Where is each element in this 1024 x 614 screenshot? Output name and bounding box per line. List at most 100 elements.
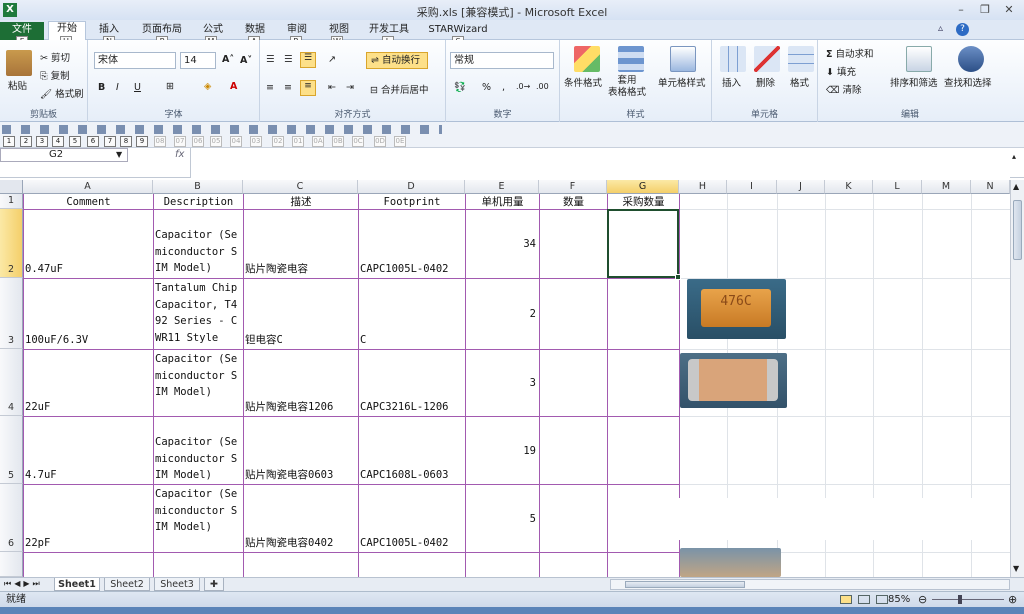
hscroll-thumb[interactable] bbox=[625, 581, 745, 588]
footprint-cell[interactable]: CAPC1005L-0402 bbox=[359, 485, 465, 552]
clear-button[interactable]: ⌫ 清除 bbox=[826, 82, 861, 96]
merge-center-button[interactable]: ⊟ 合并后居中 bbox=[370, 82, 429, 96]
formula-input[interactable] bbox=[190, 148, 1010, 178]
borders-icon[interactable]: ⊞ bbox=[166, 81, 174, 92]
insert-cells-icon[interactable] bbox=[720, 46, 746, 72]
delete-cells-icon[interactable] bbox=[754, 46, 780, 72]
footprint-cell[interactable]: CAPC3216L-1206 bbox=[359, 350, 465, 416]
insert-cells-button[interactable]: 插入 bbox=[722, 75, 741, 89]
header-cell[interactable]: 采购数量 bbox=[608, 195, 679, 209]
vertical-scrollbar[interactable]: ▲ ▼ bbox=[1010, 180, 1024, 577]
comment-cell[interactable]: 0.47uF bbox=[24, 210, 153, 278]
scroll-thumb[interactable] bbox=[1013, 200, 1022, 260]
sort-filter-button[interactable]: 排序和筛选 bbox=[890, 75, 938, 89]
restore-icon[interactable]: ❐ bbox=[974, 2, 996, 17]
desc-cn-cell[interactable]: 贴片陶瓷电容0402 bbox=[244, 485, 358, 552]
sheet-tab-1[interactable]: Sheet1 bbox=[54, 578, 100, 591]
desc-cn-cell[interactable]: 贴片陶瓷电容1206 bbox=[244, 350, 358, 416]
decrease-decimal-icon[interactable]: .00 bbox=[536, 82, 549, 91]
format-cells-icon[interactable] bbox=[788, 46, 814, 72]
sheet-tab-2[interactable]: Sheet2 bbox=[104, 578, 150, 591]
qty-per-unit-cell[interactable]: 2 bbox=[466, 279, 539, 349]
qty-per-unit-cell[interactable]: 5 bbox=[466, 485, 539, 552]
page-layout-view-icon[interactable] bbox=[858, 595, 870, 604]
column-header-d[interactable]: D bbox=[358, 180, 465, 194]
align-middle-icon[interactable]: ☰ bbox=[284, 54, 293, 65]
column-header-a[interactable]: A bbox=[23, 180, 153, 194]
comment-cell[interactable]: 4.7uF bbox=[24, 417, 153, 484]
font-color-icon[interactable]: A bbox=[230, 81, 237, 92]
autosum-button[interactable]: Σ 自动求和 bbox=[826, 46, 874, 60]
select-all-corner[interactable] bbox=[0, 180, 23, 194]
description-cell[interactable]: Capacitor (Semiconductor SIM Model) bbox=[154, 417, 243, 484]
orientation-icon[interactable]: ↗ bbox=[328, 54, 336, 65]
find-select-icon[interactable] bbox=[958, 46, 984, 72]
page-break-view-icon[interactable] bbox=[876, 595, 888, 604]
column-header-n[interactable]: N bbox=[971, 180, 1010, 194]
column-header-i[interactable]: I bbox=[727, 180, 777, 194]
column-header-l[interactable]: L bbox=[873, 180, 922, 194]
description-cell[interactable]: Tantalum Chip Capacitor, T492 Series - C… bbox=[154, 279, 243, 349]
formula-expand-icon[interactable]: ▴ bbox=[1012, 152, 1016, 161]
minimize-icon[interactable]: – bbox=[950, 2, 972, 17]
help-icon[interactable]: ? bbox=[956, 23, 969, 36]
name-box[interactable]: G2 bbox=[0, 148, 128, 162]
cell-styles-button[interactable]: 单元格样式 bbox=[658, 75, 706, 89]
desc-cn-cell[interactable]: 贴片陶瓷电容0603 bbox=[244, 417, 358, 484]
column-header-f[interactable]: F bbox=[539, 180, 607, 194]
number-format-select[interactable]: 常规 bbox=[450, 52, 554, 69]
header-cell[interactable]: Description bbox=[154, 195, 243, 209]
normal-view-icon[interactable] bbox=[840, 595, 852, 604]
underline-button[interactable]: U bbox=[134, 82, 141, 93]
format-painter-button[interactable]: 🖌 格式刷 bbox=[40, 86, 84, 100]
conditional-format-icon[interactable] bbox=[574, 46, 600, 72]
bold-button[interactable]: B bbox=[98, 82, 105, 93]
grow-font-button[interactable]: A˄ bbox=[222, 54, 234, 65]
sheet-tab-3[interactable]: Sheet3 bbox=[154, 578, 200, 591]
percent-icon[interactable]: % bbox=[482, 82, 491, 93]
scroll-down-icon[interactable]: ▼ bbox=[1013, 564, 1019, 573]
wrap-text-button[interactable]: ⇌ 自动换行 bbox=[366, 52, 428, 69]
row-header-6[interactable]: 6 bbox=[0, 484, 23, 552]
active-cell-g2[interactable] bbox=[607, 209, 679, 278]
align-right-icon[interactable]: ≡ bbox=[300, 80, 316, 96]
column-header-c[interactable]: C bbox=[243, 180, 358, 194]
desc-cn-cell[interactable]: 贴片陶瓷电容 bbox=[244, 210, 358, 278]
sort-filter-icon[interactable] bbox=[906, 46, 932, 72]
font-size-select[interactable]: 14 bbox=[180, 52, 216, 69]
row-header-3[interactable]: 3 bbox=[0, 278, 23, 349]
shrink-font-button[interactable]: A˅ bbox=[240, 55, 252, 66]
comment-cell[interactable]: 22pF bbox=[24, 485, 153, 552]
comment-cell[interactable]: 100uF/6.3V bbox=[24, 279, 153, 349]
format-cells-button[interactable]: 格式 bbox=[790, 75, 809, 89]
description-cell[interactable]: Capacitor (Semiconductor SIM Model) bbox=[154, 210, 243, 278]
column-header-m[interactable]: M bbox=[922, 180, 971, 194]
accounting-icon[interactable]: 💱 bbox=[454, 82, 466, 93]
fx-button[interactable]: fx bbox=[175, 149, 184, 160]
zoom-out-icon[interactable]: ⊖ bbox=[918, 592, 927, 607]
copy-button[interactable]: ⎘ 复制 bbox=[40, 68, 70, 82]
qty-per-unit-cell[interactable]: 3 bbox=[466, 350, 539, 416]
zoom-level[interactable]: 85% bbox=[888, 592, 910, 607]
align-left-icon[interactable]: ≡ bbox=[266, 82, 274, 93]
scroll-up-icon[interactable]: ▲ bbox=[1013, 182, 1019, 191]
align-bottom-icon[interactable]: ☰ bbox=[300, 52, 316, 68]
sheet-nav-icons[interactable]: ⏮◀▶⏭ bbox=[4, 579, 43, 589]
find-select-button[interactable]: 查找和选择 bbox=[944, 75, 992, 89]
description-cell[interactable]: Capacitor (Semiconductor SIM Model) bbox=[154, 485, 243, 552]
header-cell[interactable]: Footprint bbox=[359, 195, 465, 209]
row-header-7[interactable] bbox=[0, 552, 23, 577]
description-cell[interactable]: Capacitor (Semiconductor SIM Model) bbox=[154, 350, 243, 416]
delete-cells-button[interactable]: 删除 bbox=[756, 75, 775, 89]
close-icon[interactable]: ✕ bbox=[998, 2, 1020, 17]
format-table-icon[interactable] bbox=[618, 46, 644, 72]
column-header-h[interactable]: H bbox=[679, 180, 727, 194]
increase-decimal-icon[interactable]: .0→ bbox=[516, 82, 530, 91]
zoom-slider-thumb[interactable] bbox=[958, 595, 962, 604]
decrease-indent-icon[interactable]: ⇤ bbox=[328, 82, 336, 93]
column-header-j[interactable]: J bbox=[777, 180, 825, 194]
header-cell[interactable]: Comment bbox=[24, 195, 153, 209]
font-name-select[interactable]: 宋体 bbox=[94, 52, 176, 69]
ribbon-minimize-icon[interactable]: ▵ bbox=[938, 23, 943, 34]
align-center-icon[interactable]: ≡ bbox=[284, 82, 292, 93]
